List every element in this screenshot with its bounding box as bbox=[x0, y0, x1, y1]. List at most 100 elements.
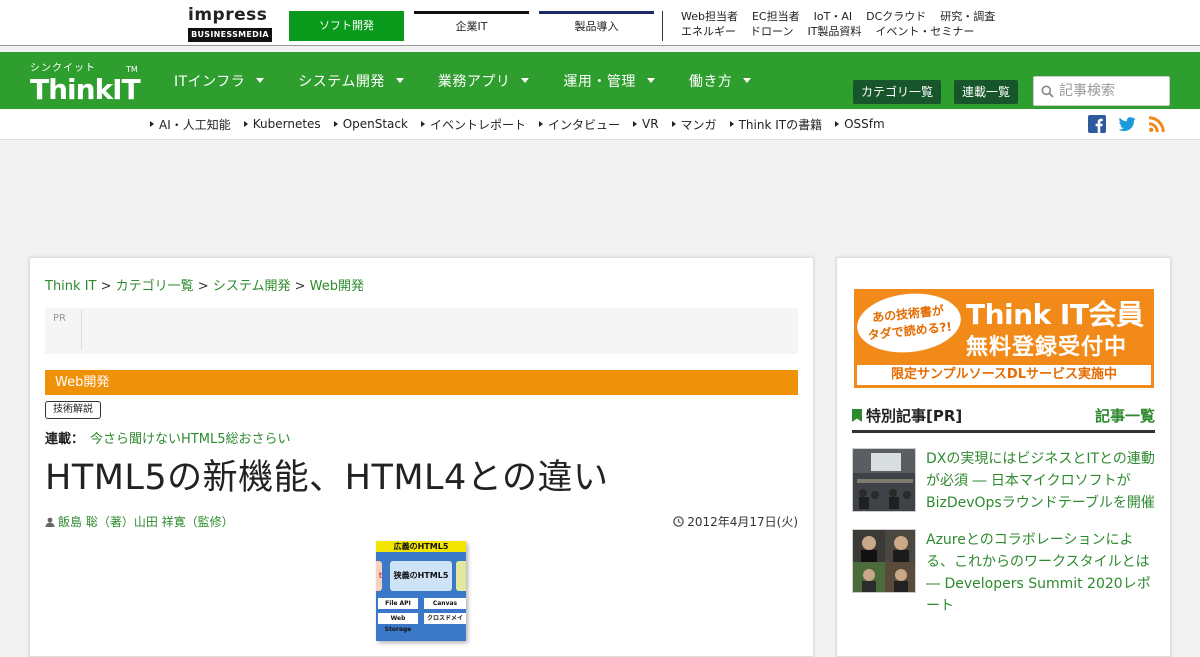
series-list-button[interactable]: 連載一覧 bbox=[954, 80, 1018, 104]
pr-label: PR bbox=[53, 313, 66, 324]
article-card: Think IT > カテゴリ一覧 > システム開発 > Web開発 PR We… bbox=[29, 257, 814, 657]
series-link[interactable]: 今さら聞けないHTML5総おさらい bbox=[90, 432, 290, 447]
triangle-right-icon bbox=[729, 121, 734, 127]
impress-link[interactable]: IoT・AI bbox=[814, 10, 852, 23]
tag-label: OpenStack bbox=[342, 117, 408, 131]
impress-link[interactable]: イベント・セミナー bbox=[875, 25, 974, 38]
impress-logo-word: impress bbox=[188, 5, 268, 25]
twitter-icon[interactable] bbox=[1118, 115, 1136, 133]
triangle-right-icon bbox=[671, 121, 676, 127]
triangle-right-icon bbox=[150, 121, 154, 127]
banner-line3: 限定サンプルソースDLサービス実施中 bbox=[857, 365, 1151, 385]
clock-icon bbox=[673, 516, 684, 527]
category-band[interactable]: Web開発 bbox=[45, 370, 798, 395]
search-icon bbox=[1041, 85, 1054, 98]
figure-chip: Canvas bbox=[424, 598, 466, 609]
tag-label: イベントレポート bbox=[429, 117, 526, 132]
nav-item-label: 運用・管理 bbox=[563, 73, 636, 90]
date-text: 2012年4月17日(火) bbox=[687, 515, 798, 529]
nav-item-infra[interactable]: ITインフラ bbox=[174, 71, 265, 91]
tag-link[interactable]: イベントレポート bbox=[420, 116, 526, 133]
facebook-icon[interactable] bbox=[1088, 115, 1106, 133]
category-list-button[interactable]: カテゴリ一覧 bbox=[853, 80, 941, 104]
impress-link[interactable]: Web担当者 bbox=[681, 10, 738, 23]
nav-item-sysdev[interactable]: システム開発 bbox=[298, 71, 404, 91]
impress-tab-soft[interactable]: ソフト開発 bbox=[289, 11, 404, 41]
triangle-right-icon bbox=[243, 121, 248, 127]
tag-link[interactable]: Think ITの書籍 bbox=[729, 116, 822, 133]
breadcrumb: Think IT > カテゴリ一覧 > システム開発 > Web開発 bbox=[45, 279, 364, 294]
figure-header: 広義のHTML5 bbox=[376, 541, 466, 552]
impress-link[interactable]: エネルギー bbox=[681, 25, 736, 38]
logo-main: ThinkIT bbox=[30, 73, 141, 106]
tag-bar: AI・人工知能 Kubernetes OpenStack イベントレポート イン… bbox=[0, 109, 1200, 140]
tag-link[interactable]: OSSfm bbox=[835, 117, 885, 131]
genre-tag[interactable]: 技術解説 bbox=[45, 401, 101, 419]
impress-header: impress BUSINESSMEDIA ソフト開発 企業IT 製品導入 We… bbox=[0, 0, 1200, 46]
banner-bubble: あの技術書が タダで読める?! bbox=[854, 289, 964, 358]
speakers-photo bbox=[853, 530, 915, 592]
rss-icon[interactable] bbox=[1148, 115, 1166, 133]
impress-link[interactable]: ドローン bbox=[750, 25, 793, 38]
tag-link[interactable]: AI・人工知能 bbox=[150, 116, 231, 133]
breadcrumb-link[interactable]: カテゴリ一覧 bbox=[116, 279, 194, 294]
featured-item-title[interactable]: Azureとのコラボレーションによる、これからのワークスタイルとは ― Deve… bbox=[926, 529, 1158, 617]
nav-item-bizapp[interactable]: 業務アプリ bbox=[438, 71, 530, 91]
featured-header: 特別記事[PR] 記事一覧 bbox=[852, 402, 1155, 433]
tag-link[interactable]: Kubernetes bbox=[243, 117, 321, 131]
tag-link[interactable]: VR bbox=[633, 117, 659, 131]
series-line: 連載： 今さら聞けないHTML5総おさらい bbox=[45, 428, 290, 447]
series-label: 連載： bbox=[45, 432, 85, 447]
nav-menu: ITインフラ システム開発 業務アプリ 運用・管理 働き方 bbox=[174, 52, 785, 109]
caret-down-icon bbox=[646, 78, 655, 83]
impress-tab-products[interactable]: 製品導入 bbox=[539, 11, 654, 41]
triangle-right-icon bbox=[633, 121, 637, 127]
banner-line2: 無料登録受付中 bbox=[966, 335, 1128, 360]
tag-link[interactable]: インタビュー bbox=[538, 116, 620, 133]
impress-link[interactable]: EC担当者 bbox=[752, 10, 800, 23]
breadcrumb-link[interactable]: Web開発 bbox=[310, 279, 364, 294]
article-figure[interactable]: 広義のHTML5 t 狭義のHTML5 File API Canvas Web … bbox=[376, 541, 466, 641]
impress-tab-enterprise[interactable]: 企業IT bbox=[414, 11, 529, 41]
breadcrumb-link[interactable]: Think IT bbox=[45, 279, 96, 294]
author-name[interactable]: 飯島 聡（著）山田 祥寛（監修） bbox=[58, 513, 234, 530]
tag-link[interactable]: OpenStack bbox=[333, 117, 408, 131]
nav-item-workstyle[interactable]: 働き方 bbox=[689, 71, 752, 91]
caret-down-icon bbox=[521, 78, 530, 83]
caret-down-icon bbox=[395, 78, 404, 83]
impress-link[interactable]: 研究・調査 bbox=[940, 10, 995, 23]
featured-thumbnail[interactable] bbox=[852, 448, 916, 512]
nav-item-ops[interactable]: 運用・管理 bbox=[563, 71, 655, 91]
caret-down-icon bbox=[743, 78, 752, 83]
member-banner[interactable]: あの技術書が タダで読める?! Think IT会員 無料登録受付中 限定サンプ… bbox=[854, 289, 1154, 388]
tag-label: VR bbox=[642, 117, 659, 131]
impress-link[interactable]: IT製品資料 bbox=[807, 25, 861, 38]
breadcrumb-link[interactable]: システム開発 bbox=[213, 279, 291, 294]
tag-label: OSSfm bbox=[844, 117, 885, 131]
figure-chip: File API bbox=[378, 598, 418, 609]
tag-link[interactable]: マンガ bbox=[671, 116, 717, 133]
thinkit-logo[interactable]: シンクイット ThinkIT TM bbox=[30, 63, 142, 109]
nav-item-label: 業務アプリ bbox=[437, 73, 511, 90]
nav-item-label: ITインフラ bbox=[174, 73, 246, 90]
triangle-right-icon bbox=[420, 121, 425, 127]
featured-more-link[interactable]: 記事一覧 bbox=[1095, 405, 1155, 426]
impress-link[interactable]: DCクラウド bbox=[866, 10, 926, 23]
search-input[interactable] bbox=[1059, 83, 1167, 99]
sidebar: あの技術書が タダで読める?! Think IT会員 無料登録受付中 限定サンプ… bbox=[836, 257, 1171, 657]
figure-side-left: t bbox=[376, 561, 382, 591]
roundtable-photo bbox=[853, 449, 915, 511]
bookmark-icon bbox=[852, 409, 862, 422]
pr-box: PR bbox=[45, 308, 798, 354]
impress-logo[interactable]: impress BUSINESSMEDIA bbox=[188, 5, 272, 43]
triangle-right-icon bbox=[538, 121, 543, 127]
featured-title-text: 特別記事[PR] bbox=[866, 407, 963, 425]
site-nav: シンクイット ThinkIT TM ITインフラ システム開発 業務アプリ 運用… bbox=[0, 52, 1200, 109]
triangle-right-icon bbox=[835, 121, 840, 127]
publish-date: 2012年4月17日(火) bbox=[673, 513, 798, 530]
featured-item-title[interactable]: DXの実現にはビジネスとITとの連動が必須 ― 日本マイクロソフトがBizDev… bbox=[926, 448, 1158, 514]
featured-thumbnail[interactable] bbox=[852, 529, 916, 593]
pr-divider bbox=[81, 310, 82, 350]
figure-chip: クロスドメイ bbox=[424, 613, 466, 624]
figure-side-right bbox=[456, 561, 466, 591]
